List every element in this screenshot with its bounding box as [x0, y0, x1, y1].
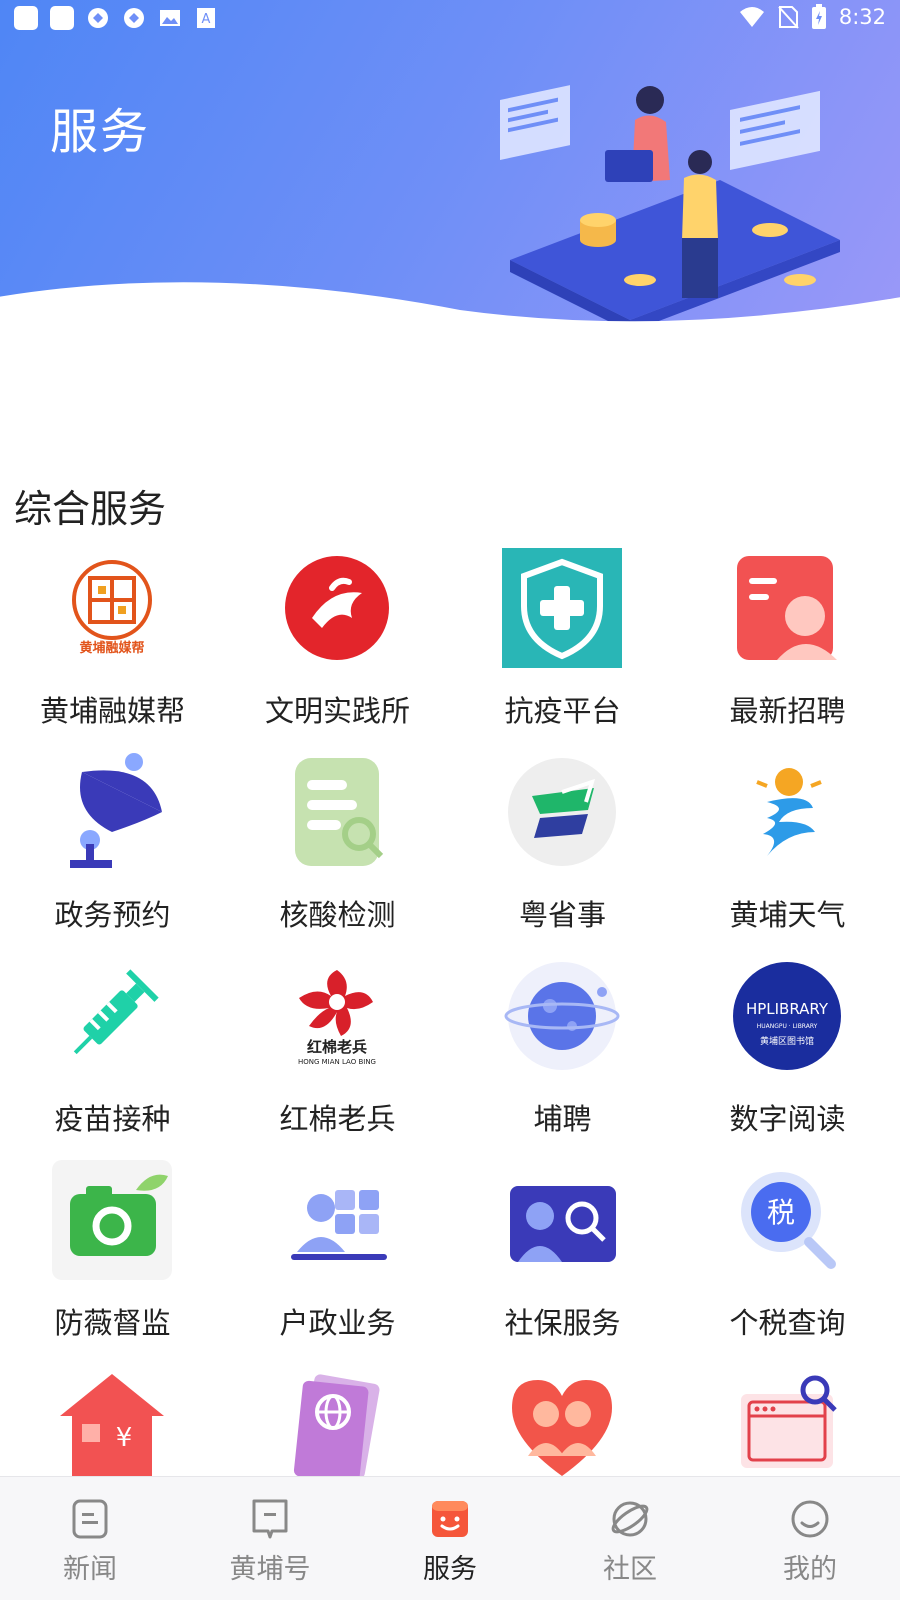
service-item[interactable]: 核酸检测 [225, 752, 450, 952]
civilization-practice-logo-icon [285, 556, 389, 660]
tab-news[interactable]: 新闻 [0, 1477, 180, 1600]
svg-text:¥: ¥ [116, 1423, 133, 1453]
nav-label: 我的 [783, 1554, 837, 1585]
service-label: 抗疫平台 [504, 694, 621, 728]
service-item[interactable]: 社保服务 [450, 1160, 675, 1360]
system-status: 8:32 [739, 4, 886, 30]
recruitment-card-icon [737, 556, 837, 660]
service-label: 疫苗接种 [54, 1102, 171, 1136]
notification-icon [50, 6, 74, 30]
bottom-nav: 新闻 黄埔号 服务 社区 我的 [0, 1476, 900, 1600]
battery-charging-icon [811, 4, 826, 29]
header-banner: A 8:32 服务 [0, 0, 900, 330]
svg-text:HUANGPU · LIBRARY: HUANGPU · LIBRARY [757, 1023, 818, 1030]
service-label: 个税查询 [729, 1306, 846, 1340]
service-label: 红棉老兵 [279, 1102, 396, 1136]
sync-icon [124, 8, 144, 28]
nav-label: 黄埔号 [229, 1554, 311, 1585]
house-yen-icon: ¥ [60, 1374, 164, 1476]
notification-icons: A [14, 6, 218, 30]
tax-search-icon: 税 [741, 1172, 836, 1269]
service-item[interactable]: 黄埔融媒帮 黄埔融媒帮 [0, 548, 225, 748]
tab-huangpu-hao[interactable]: 黄埔号 [180, 1477, 360, 1600]
planet-icon [504, 962, 620, 1070]
service-item[interactable]: 最新招聘 [675, 548, 900, 748]
svg-text:税: 税 [767, 1196, 795, 1229]
service-label: 粤省事 [518, 898, 606, 932]
service-item[interactable]: 税 个税查询 [675, 1160, 900, 1360]
service-label: 社保服务 [504, 1306, 621, 1340]
camera-leaf-icon [52, 1160, 172, 1280]
service-label: 最新招聘 [729, 694, 846, 728]
syringe-icon [73, 969, 159, 1055]
planet-ring-icon [611, 1501, 649, 1537]
service-item[interactable]: HPLIBRARY HUANGPU · LIBRARY 黄埔区图书馆 数字阅读 [675, 956, 900, 1156]
service-item[interactable]: 政务预约 [0, 752, 225, 952]
service-label: 黄埔天气 [729, 898, 846, 932]
text-icon: A [197, 8, 215, 28]
service-item[interactable]: 粤省事 [450, 752, 675, 952]
news-icon [72, 1499, 108, 1539]
service-label: 数字阅读 [729, 1102, 846, 1136]
page-title: 服务 [50, 104, 151, 160]
document-search-icon [295, 758, 384, 866]
service-label: 户政业务 [279, 1306, 396, 1340]
service-item[interactable]: 防薇督监 [0, 1160, 225, 1360]
tab-mine[interactable]: 我的 [720, 1477, 900, 1600]
clock: 8:32 [838, 5, 886, 29]
service-label: 核酸检测 [279, 898, 396, 932]
status-bar: A 8:32 [0, 0, 900, 36]
svg-text:A: A [202, 12, 211, 27]
section-title: 综合服务 [14, 487, 167, 531]
nav-label: 服务 [423, 1554, 477, 1585]
person-search-icon [510, 1186, 616, 1262]
wifi-icon [739, 7, 764, 27]
library-logo-icon: HPLIBRARY HUANGPU · LIBRARY 黄埔区图书馆 [733, 962, 841, 1070]
tab-community[interactable]: 社区 [540, 1477, 720, 1600]
service-item[interactable]: 抗疫平台 [450, 548, 675, 748]
notification-icon [14, 6, 38, 30]
service-item[interactable]: 埔聘 [450, 956, 675, 1156]
service-label: 文明实践所 [264, 694, 410, 728]
service-item[interactable]: 黄埔天气 [675, 752, 900, 952]
browser-search-icon [741, 1375, 837, 1468]
svg-text:黄埔融媒帮: 黄埔融媒帮 [79, 640, 144, 656]
svg-text:黄埔区图书馆: 黄埔区图书馆 [760, 1035, 814, 1047]
service-label: 埔聘 [533, 1102, 592, 1136]
person-grid-icon [291, 1190, 387, 1260]
service-item[interactable]: 疫苗接种 [0, 956, 225, 1156]
nav-label: 社区 [603, 1554, 657, 1585]
svg-text:HONG MIAN LAO BING: HONG MIAN LAO BING [298, 1058, 376, 1066]
nav-label: 新闻 [63, 1554, 117, 1585]
service-label: 黄埔融媒帮 [39, 694, 185, 728]
shield-cross-icon [502, 548, 622, 668]
service-label: 政务预约 [54, 898, 171, 932]
service-item[interactable]: 红棉老兵 HONG MIAN LAO BING 红棉老兵 [225, 956, 450, 1156]
no-sim-icon [778, 6, 799, 29]
svg-text:HPLIBRARY: HPLIBRARY [746, 1000, 829, 1018]
service-item[interactable]: 户政业务 [225, 1160, 450, 1360]
satellite-dish-icon [70, 753, 162, 868]
sync-icon [88, 8, 108, 28]
smile-icon [791, 1500, 829, 1538]
huangpu-media-logo-icon: 黄埔融媒帮 [72, 560, 152, 656]
image-icon [160, 10, 180, 26]
svg-text:红棉老兵: 红棉老兵 [307, 1038, 367, 1056]
service-item[interactable]: 文明实践所 [225, 548, 450, 748]
tab-service[interactable]: 服务 [360, 1477, 540, 1600]
service-label: 防薇督监 [54, 1306, 171, 1340]
passport-globe-icon [293, 1374, 380, 1483]
heart-people-icon [512, 1380, 612, 1476]
red-cotton-veteran-logo-icon: 红棉老兵 HONG MIAN LAO BING [298, 970, 376, 1066]
banner-wave [0, 282, 900, 330]
weather-swirl-icon [756, 768, 822, 856]
bookmark-icon [252, 1499, 288, 1539]
yue-app-logo-icon [508, 758, 616, 866]
service-face-icon [432, 1501, 468, 1537]
